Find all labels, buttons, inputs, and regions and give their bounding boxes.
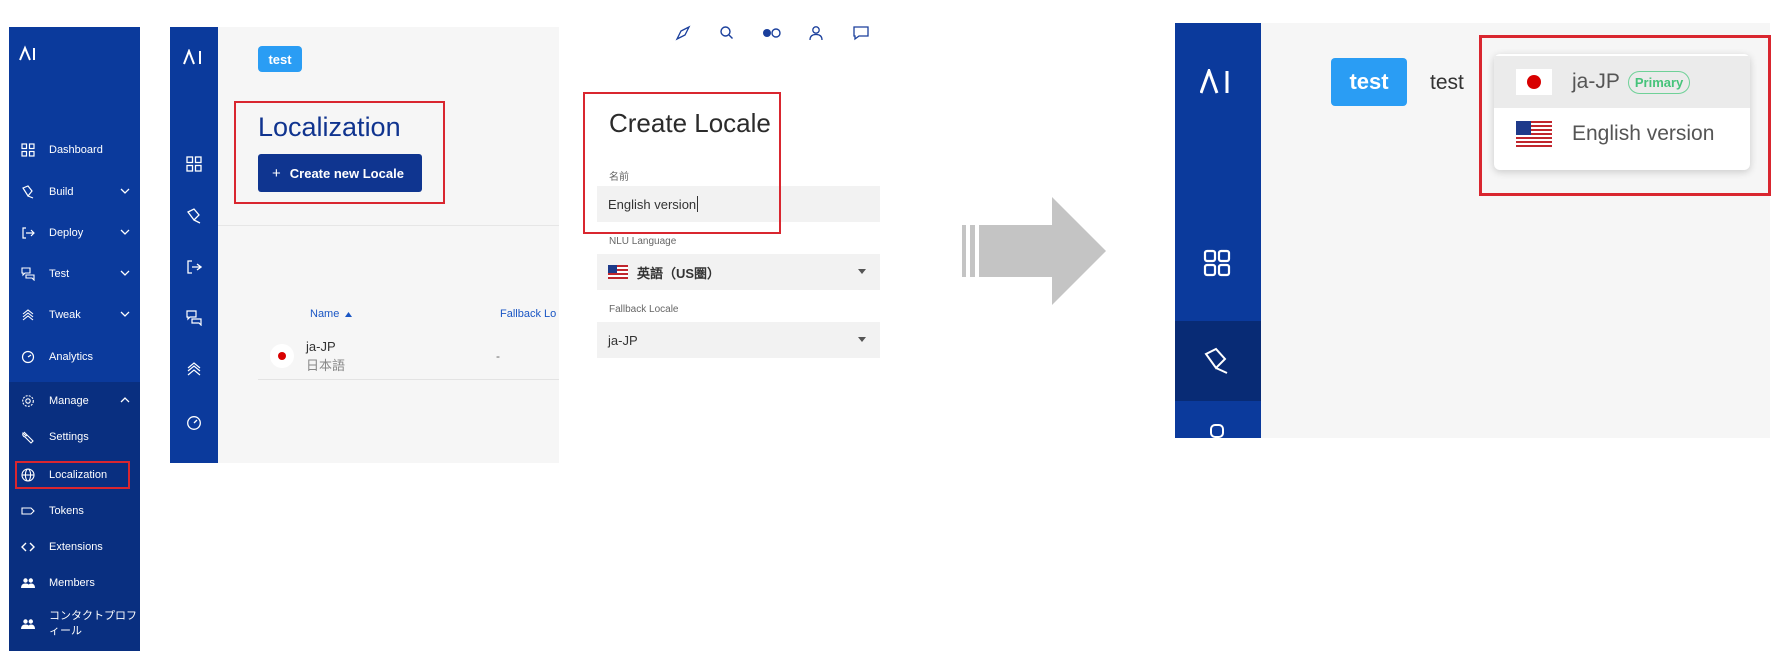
highlight-box	[15, 461, 130, 489]
collapsed-sidebar	[1175, 23, 1261, 438]
jp-flag-icon	[270, 344, 294, 368]
locale-name: ja-JP	[306, 339, 336, 354]
sidebar-item-label: Tokens	[49, 505, 84, 517]
sidebar-item-label: Deploy	[49, 227, 84, 239]
sidebar-item-settings[interactable]: Settings	[9, 422, 140, 452]
sidebar-item-label: Extensions	[49, 541, 103, 553]
grid-icon[interactable]	[186, 156, 202, 172]
deploy-arrow-icon[interactable]	[1203, 423, 1231, 438]
chat-bubbles-icon	[21, 267, 35, 281]
fallback-locale-select[interactable]: ja-JP	[597, 322, 880, 358]
nlu-language-select[interactable]: 英語（US圏）	[597, 254, 880, 290]
sidebar-item-label: Dashboard	[49, 144, 103, 156]
localization-page	[170, 27, 559, 463]
message-icon[interactable]	[852, 24, 870, 42]
locale-fallback: -	[496, 349, 500, 363]
sidebar-item-extensions[interactable]: Extensions	[9, 532, 140, 562]
code-icon	[21, 542, 35, 552]
sidebar-item-tweak[interactable]: Tweak	[9, 300, 140, 330]
main-sidebar: Dashboard Build Deploy Test Tweak Analyt…	[9, 27, 140, 651]
highlight-box	[583, 92, 781, 234]
column-header-fallback[interactable]: Fallback Lo	[500, 308, 559, 320]
table-row[interactable]	[258, 330, 559, 380]
ai-logo-icon[interactable]	[183, 49, 207, 66]
sidebar-item-members[interactable]: Members	[9, 568, 140, 598]
sidebar-item-deploy[interactable]: Deploy	[9, 218, 140, 248]
caret-down-icon	[858, 269, 866, 274]
sidebar-item-dashboard[interactable]: Dashboard	[9, 135, 140, 165]
sidebar-item-test[interactable]: Test	[9, 259, 140, 289]
toggle-icon[interactable]	[762, 24, 782, 42]
divider	[218, 225, 559, 226]
layers-icon	[22, 309, 34, 321]
chevron-down-icon	[120, 188, 130, 194]
gear-icon	[22, 395, 34, 407]
grid-icon	[21, 143, 35, 157]
user-icon[interactable]	[807, 24, 825, 42]
caret-down-icon	[858, 337, 866, 342]
sidebar-item-label: Test	[49, 268, 70, 280]
ai-logo-icon[interactable]	[19, 43, 59, 65]
chevron-down-icon	[120, 270, 130, 276]
pen-tool-icon[interactable]	[186, 208, 202, 224]
project-badge[interactable]: test	[1331, 58, 1407, 106]
wrench-icon	[22, 431, 34, 444]
project-name: test	[1430, 71, 1464, 94]
sidebar-item-manage[interactable]: Manage	[9, 386, 140, 416]
sidebar-item-label: Tweak	[49, 309, 81, 321]
right-arrow-icon	[962, 197, 1106, 305]
layers-icon[interactable]	[186, 361, 202, 377]
highlight-box	[234, 101, 445, 204]
sort-up-icon	[345, 311, 353, 317]
people-icon	[21, 578, 35, 588]
fallback-locale-value: ja-JP	[608, 332, 638, 348]
gauge-icon	[21, 350, 35, 364]
highlight-box	[1479, 35, 1771, 196]
sidebar-item-label: Members	[49, 577, 95, 589]
nlu-language-label: NLU Language	[609, 236, 677, 247]
nlu-language-value: 英語（US圏）	[637, 265, 721, 281]
tag-icon	[21, 507, 35, 515]
deploy-arrow-icon	[22, 227, 35, 239]
sidebar-item-label: Build	[49, 186, 74, 198]
sidebar-item-label: Analytics	[49, 351, 94, 363]
collapsed-sidebar	[170, 27, 218, 463]
project-badge[interactable]: test	[258, 46, 302, 72]
people-icon	[21, 619, 35, 629]
sidebar-item-label: Settings	[49, 431, 89, 443]
sidebar-item-contact-profile[interactable]: コンタクトプロフィール	[9, 607, 140, 641]
deploy-arrow-icon[interactable]	[186, 259, 202, 275]
ai-logo-icon[interactable]	[1200, 69, 1234, 95]
column-header-name[interactable]: Name	[310, 308, 353, 320]
column-header-label: Name	[310, 308, 340, 320]
pen-tool-icon[interactable]	[1203, 347, 1231, 375]
chat-bubbles-icon[interactable]	[186, 310, 202, 326]
search-icon[interactable]	[718, 24, 736, 42]
chevron-down-icon	[120, 229, 130, 235]
sidebar-item-build[interactable]: Build	[9, 177, 140, 207]
sidebar-item-tokens[interactable]: Tokens	[9, 496, 140, 526]
compass-icon[interactable]	[674, 24, 692, 42]
pen-tool-icon	[22, 185, 34, 199]
sidebar-item-label: Manage	[49, 395, 89, 407]
fallback-locale-label: Fallback Locale	[609, 304, 679, 315]
grid-icon[interactable]	[1203, 249, 1231, 277]
us-flag-icon	[608, 265, 628, 279]
locale-subtitle: 日本語	[306, 358, 346, 373]
chevron-up-icon	[120, 397, 130, 403]
chevron-down-icon	[120, 311, 130, 317]
sidebar-item-analytics[interactable]: Analytics	[9, 342, 140, 372]
sidebar-item-label: コンタクトプロフィール	[49, 610, 137, 637]
gauge-icon[interactable]	[186, 415, 202, 431]
